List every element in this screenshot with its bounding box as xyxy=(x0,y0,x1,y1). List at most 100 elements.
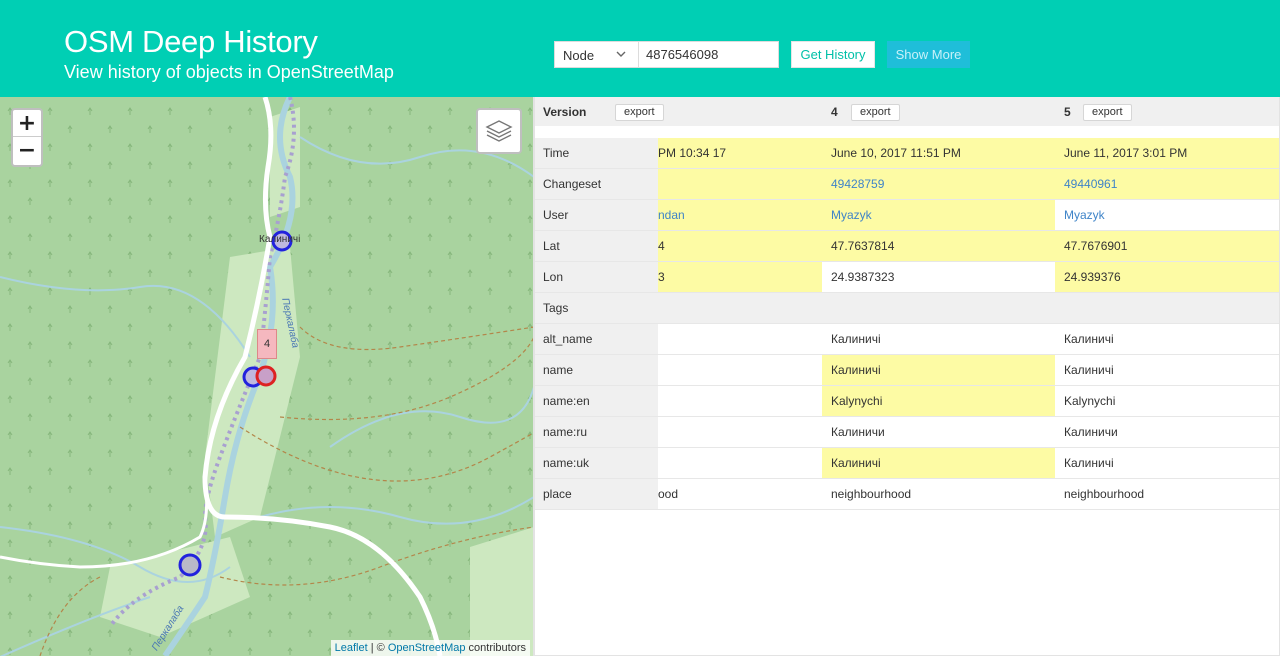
table-row: Lon 3 24.9387323 24.939376 xyxy=(535,262,1279,293)
table-cell: 24.939376 xyxy=(1055,262,1279,292)
map-attribution: Leaflet | © OpenStreetMap contributors xyxy=(330,640,530,656)
version-number: 5 xyxy=(1064,105,1071,119)
map-tiles xyxy=(0,97,534,656)
table-cell xyxy=(658,169,822,199)
cell-value: Калиничи xyxy=(1064,425,1118,439)
export-button-version-5[interactable]: export xyxy=(1083,104,1132,121)
value-link[interactable]: 49440961 xyxy=(1064,177,1117,191)
cell-value: Калиничі xyxy=(1064,363,1114,377)
row-label: name:en xyxy=(535,386,658,416)
object-id-input[interactable] xyxy=(638,41,779,68)
tags-label: Tags xyxy=(535,293,658,323)
version-marker-current[interactable] xyxy=(255,365,277,387)
cell-value: June 10, 2017 11:51 PM xyxy=(831,146,961,160)
table-cell: 47.7676901 xyxy=(1055,231,1279,261)
cell-value: 24.939376 xyxy=(1064,270,1121,284)
zoom-in-button[interactable]: + xyxy=(13,110,41,137)
table-cell: neighbourhood xyxy=(1055,479,1279,509)
cell-value: neighbourhood xyxy=(1064,487,1145,501)
table-cell: 49440961 xyxy=(1055,169,1279,199)
table-cell: Kalynychi xyxy=(1055,386,1279,416)
version-pin-label[interactable]: 4 xyxy=(257,329,277,359)
leaflet-link[interactable]: Leaflet xyxy=(335,642,368,654)
table-row: Changeset 49428759 49440961 xyxy=(535,169,1279,200)
table-row: name:uk Калиничі Калиничі xyxy=(535,448,1279,479)
version-header-label: Version xyxy=(543,105,587,119)
row-label: Changeset xyxy=(535,169,658,199)
table-cell: Калиничи xyxy=(1055,417,1279,447)
row-label: place xyxy=(535,479,658,509)
table-cell xyxy=(658,324,822,354)
row-label: Lat xyxy=(535,231,658,261)
cell-value: 3 xyxy=(658,270,665,284)
row-label: alt_name xyxy=(535,324,658,354)
object-type-select[interactable]: Node xyxy=(554,41,639,68)
table-cell: ood xyxy=(658,479,822,509)
app-header: OSM Deep History View history of objects… xyxy=(0,0,1280,97)
table-cell: Kalynychi xyxy=(822,386,1055,416)
table-row: place ood neighbourhood neighbourhood xyxy=(535,479,1279,510)
value-link[interactable]: ndan xyxy=(658,208,685,222)
table-cell: Калиничі xyxy=(1055,448,1279,478)
map-view[interactable]: Калиничі Перкалаба Перкалаба 4 + − Leafl… xyxy=(0,97,534,656)
cell-value: Калиничі xyxy=(831,363,881,377)
table-cell: 47.7637814 xyxy=(822,231,1055,261)
attribution-suffix: contributors xyxy=(465,642,526,654)
table-cell: June 10, 2017 11:51 PM xyxy=(822,138,1055,168)
chevron-down-icon xyxy=(616,51,626,57)
table-cell: Калиничі xyxy=(1055,324,1279,354)
table-cell: Myazyk xyxy=(822,200,1055,230)
export-button-version-hidden[interactable]: export xyxy=(615,104,664,121)
value-link[interactable]: Myazyk xyxy=(831,208,872,222)
row-label: User xyxy=(535,200,658,230)
show-more-button[interactable]: Show More xyxy=(887,41,970,68)
table-cell: neighbourhood xyxy=(822,479,1055,509)
cell-value: Калиничі xyxy=(1064,332,1114,346)
table-row: Lat 4 47.7637814 47.7676901 xyxy=(535,231,1279,262)
table-cell: Калиничі xyxy=(822,324,1055,354)
table-row: name Калиничі Калиничі xyxy=(535,355,1279,386)
app-title: OSM Deep History xyxy=(64,24,318,59)
cell-value: 4 xyxy=(658,239,665,253)
cell-value: Калиничі xyxy=(831,456,881,470)
row-label: Time xyxy=(535,138,658,168)
get-history-button[interactable]: Get History xyxy=(791,41,875,68)
table-cell: Калиничи xyxy=(822,417,1055,447)
cell-value: Калиничі xyxy=(1064,456,1114,470)
table-cell: Myazyk xyxy=(1055,200,1279,230)
table-row: Time 17 10:34 PM June 10, 2017 11:51 PM Jun… xyxy=(535,138,1279,169)
cell-value: 24.9387323 xyxy=(831,270,895,284)
table-cell: June 11, 2017 3:01 PM xyxy=(1055,138,1279,168)
cell-value: Калиничи xyxy=(831,425,885,439)
tags-section-header: Tags xyxy=(535,293,1279,324)
table-cell: 17 10:34 PM xyxy=(658,138,822,168)
table-cell: Калиничі xyxy=(1055,355,1279,385)
row-label: name xyxy=(535,355,658,385)
export-button-version-4[interactable]: export xyxy=(851,104,900,121)
cell-value: 47.7637814 xyxy=(831,239,895,253)
cell-value: 47.7676901 xyxy=(1064,239,1128,253)
table-cell: Калиничі xyxy=(822,355,1055,385)
value-link[interactable]: Myazyk xyxy=(1064,208,1105,222)
table-cell xyxy=(658,417,822,447)
table-cell: 49428759 xyxy=(822,169,1055,199)
table-cell: 4 xyxy=(658,231,822,261)
osm-link[interactable]: OpenStreetMap xyxy=(388,642,466,654)
layers-button[interactable] xyxy=(476,108,522,154)
table-cell: 24.9387323 xyxy=(822,262,1055,292)
table-cell: 3 xyxy=(658,262,822,292)
table-header: Version export 4 export 5 export xyxy=(535,97,1279,126)
version-marker[interactable] xyxy=(178,553,202,577)
map-place-label: Калиничі xyxy=(259,234,301,245)
table-row: User ndan Myazyk Myazyk xyxy=(535,200,1279,231)
layers-icon xyxy=(485,120,513,142)
table-row: name:ru Калиничи Калиничи xyxy=(535,417,1279,448)
zoom-out-button[interactable]: − xyxy=(13,137,41,164)
cell-value: neighbourhood xyxy=(831,487,912,501)
table-row: alt_name Калиничі Калиничі xyxy=(535,324,1279,355)
value-link[interactable]: 49428759 xyxy=(831,177,884,191)
attribution-separator: | © xyxy=(367,642,388,654)
history-table: Version export 4 export 5 export Time 17 … xyxy=(535,97,1280,656)
table-cell: Калиничі xyxy=(822,448,1055,478)
cell-value: Kalynychi xyxy=(1064,394,1116,408)
